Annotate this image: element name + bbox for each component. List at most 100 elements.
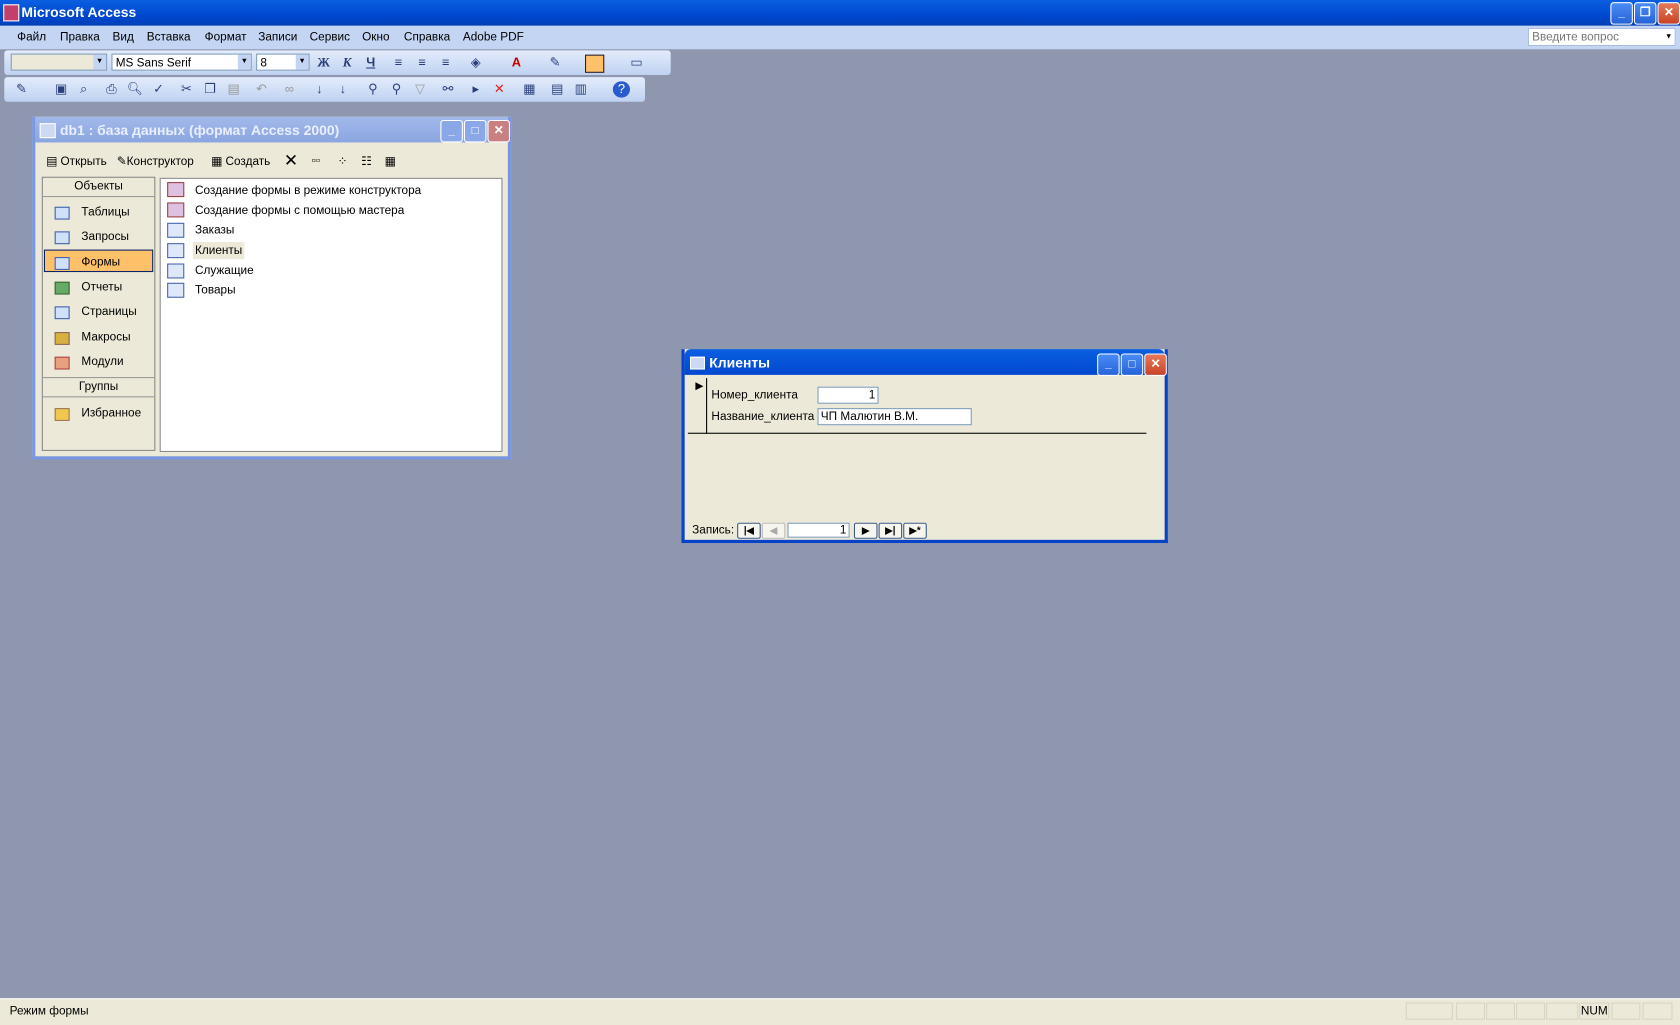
status-bar: Режим формы NUM [0, 998, 1680, 1025]
italic-button[interactable]: К [339, 55, 356, 71]
properties-icon[interactable]: ▦ [521, 81, 538, 97]
menu-edit[interactable]: Правка [60, 31, 100, 44]
open-button[interactable]: ▤ Открыть [46, 154, 107, 168]
list-item[interactable]: Товары [195, 282, 236, 299]
search-file-icon[interactable]: ⌕ [75, 81, 92, 97]
record-selector[interactable]: ▶ [688, 378, 708, 434]
form-icon [690, 356, 706, 370]
record-number-input[interactable]: 1 [787, 522, 850, 538]
object-tables[interactable]: Таблицы [81, 206, 129, 219]
list-view-icon[interactable]: ☷ [361, 154, 372, 168]
client-number-field[interactable]: 1 [817, 386, 879, 404]
favorites-icon [54, 408, 70, 421]
menu-tools[interactable]: Сервис [310, 31, 350, 44]
minimize-button[interactable]: _ [1610, 2, 1633, 25]
menu-adobe-pdf[interactable]: Adobe PDF [463, 31, 524, 44]
undo-icon[interactable]: ↶ [253, 81, 270, 97]
save-icon[interactable]: ▣ [53, 81, 70, 97]
cut-icon[interactable]: ✂ [178, 81, 195, 97]
font-size-combo[interactable]: 8 ▼ [256, 53, 310, 71]
design-button[interactable]: ✎Конструктор [117, 154, 194, 168]
macros-icon [54, 332, 70, 345]
object-macros[interactable]: Макросы [81, 331, 130, 344]
list-item-selected[interactable]: Клиенты [192, 242, 245, 260]
menu-insert[interactable]: Вставка [147, 31, 191, 44]
first-record-button[interactable]: |◀ [737, 522, 761, 539]
menu-window[interactable]: Окно [362, 31, 389, 44]
list-item[interactable]: Создание формы с помощью мастера [195, 202, 404, 219]
apply-filter-icon[interactable]: ▽ [411, 81, 428, 97]
form-minimize-button[interactable]: _ [1097, 353, 1120, 376]
large-icons-icon[interactable]: ▫▫ [312, 154, 320, 167]
line-width-icon[interactable]: ▭ [628, 55, 645, 71]
restore-button[interactable]: ❐ [1633, 2, 1657, 25]
menu-help[interactable]: Справка [404, 31, 450, 44]
object-reports[interactable]: Отчеты [81, 281, 122, 294]
align-right-icon[interactable]: ≡ [437, 55, 454, 71]
db-maximize-button[interactable]: □ [463, 119, 487, 143]
sort-descending-icon[interactable]: ↓ [334, 81, 351, 97]
copy-icon[interactable]: ❐ [201, 81, 218, 97]
create-button[interactable]: ▦ Создать [211, 154, 270, 168]
group-favorites[interactable]: Избранное [81, 407, 141, 420]
filter-by-form-icon[interactable]: ⚲ [388, 81, 405, 97]
list-item[interactable]: Создание формы в режиме конструктора [195, 182, 421, 199]
new-record-icon[interactable]: ▸ [467, 81, 484, 97]
database-window-icon[interactable]: ▤ [549, 81, 566, 97]
font-combo[interactable]: MS Sans Serif ▼ [111, 53, 252, 71]
database-window-title: db1 : база данных (формат Access 2000) [60, 122, 340, 139]
fill-color-icon[interactable]: ◈ [467, 55, 484, 71]
underline-button[interactable]: Ч [362, 55, 379, 71]
menu-records[interactable]: Записи [258, 31, 297, 44]
previous-record-button[interactable]: ◀ [761, 522, 786, 539]
delete-icon[interactable]: ✕ [284, 150, 298, 171]
objects-header[interactable]: Объекты [42, 178, 155, 198]
menu-file[interactable]: Файл [17, 31, 46, 44]
paste-icon[interactable]: ▤ [225, 81, 242, 97]
new-record-button[interactable]: ▶* [903, 522, 927, 539]
access-app-icon [3, 4, 20, 22]
form-close-button[interactable]: ✕ [1144, 353, 1167, 376]
last-record-button[interactable]: ▶| [878, 522, 903, 539]
object-combo[interactable]: ▼ [10, 53, 108, 71]
view-design-icon[interactable]: ✎ [13, 81, 30, 97]
object-forms[interactable]: Формы [81, 256, 120, 269]
find-icon[interactable]: ⚯ [439, 81, 456, 97]
formatting-toolbar: ▼ MS Sans Serif ▼ 8 ▼ Ж К Ч ≡ ≡ ≡ ◈ A ✎ ▭ [4, 50, 671, 75]
border-icon[interactable] [585, 54, 605, 73]
menu-format[interactable]: Формат [205, 31, 247, 44]
print-preview-icon[interactable]: 🔍︎ [126, 81, 143, 97]
object-pages[interactable]: Страницы [81, 305, 136, 318]
details-view-icon[interactable]: ▦ [385, 154, 396, 168]
help-icon[interactable]: ? [612, 81, 631, 98]
form-icon [167, 263, 185, 279]
open-icon: ▤ [46, 155, 58, 169]
list-item[interactable]: Заказы [195, 222, 234, 239]
align-left-icon[interactable]: ≡ [390, 55, 407, 71]
client-name-field[interactable]: ЧП Малютин В.М. [817, 408, 972, 426]
next-record-button[interactable]: ▶ [853, 522, 878, 539]
db-close-button[interactable]: ✕ [487, 119, 511, 143]
print-icon[interactable]: ⎙ [103, 81, 120, 97]
align-center-icon[interactable]: ≡ [414, 55, 431, 71]
ask-question-input[interactable]: Введите вопрос ▼ [1527, 27, 1676, 47]
groups-header[interactable]: Группы [42, 377, 155, 398]
font-color-icon[interactable]: A [508, 55, 525, 71]
list-item[interactable]: Служащие [195, 262, 254, 279]
close-button[interactable]: ✕ [1657, 2, 1680, 25]
line-color-icon[interactable]: ✎ [546, 55, 563, 71]
object-queries[interactable]: Запросы [81, 230, 129, 243]
db-minimize-button[interactable]: _ [440, 119, 463, 143]
new-object-icon[interactable]: ▥ [572, 81, 589, 97]
bold-button[interactable]: Ж [315, 55, 332, 71]
filter-by-selection-icon[interactable]: ⚲ [364, 81, 381, 97]
spelling-icon[interactable]: ✓ [150, 81, 167, 97]
client-number-label: Номер_клиента [711, 388, 798, 402]
menu-view[interactable]: Вид [113, 31, 134, 44]
sort-ascending-icon[interactable]: ↓ [311, 81, 328, 97]
form-maximize-button[interactable]: □ [1120, 353, 1144, 376]
small-icons-icon[interactable]: ⁘ [338, 154, 348, 168]
object-modules[interactable]: Модули [81, 356, 123, 369]
delete-record-icon[interactable]: ✕ [491, 81, 508, 97]
hyperlink-icon[interactable]: ∞ [281, 81, 298, 97]
